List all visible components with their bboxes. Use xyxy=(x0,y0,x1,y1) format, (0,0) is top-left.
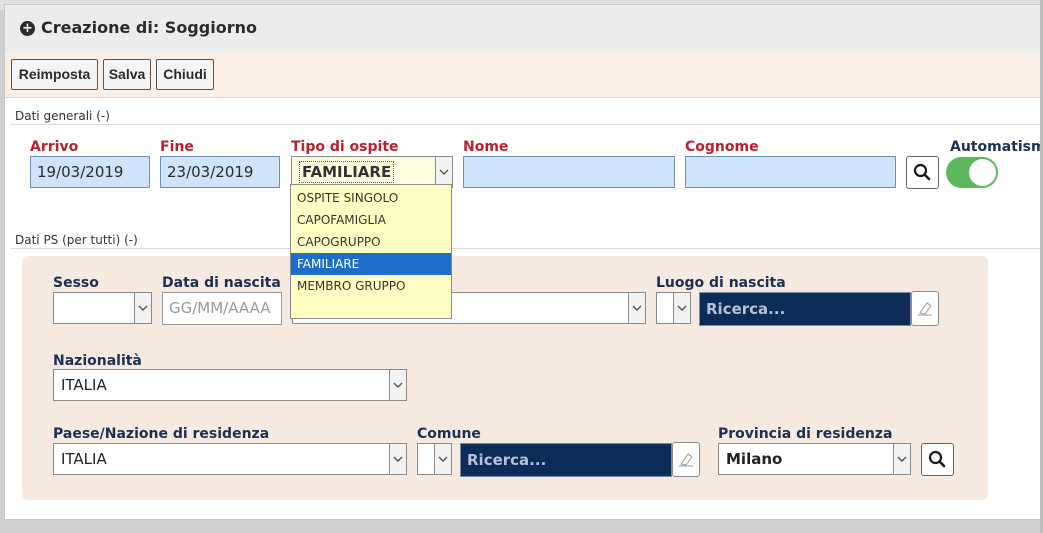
section-ps-label[interactable]: Dati PS (per tutti) (-) xyxy=(15,233,138,247)
tipo-ospite-dropdown: OSPITE SINGOLO CAPOFAMIGLIA CAPOGRUPPO F… xyxy=(290,184,452,319)
luogo-type-select[interactable] xyxy=(656,292,691,324)
paese-residenza-label: Paese/Nazione di residenza xyxy=(53,426,270,442)
search-provincia-button[interactable] xyxy=(921,443,954,476)
dialog-toolbar: Reimposta Salva Chiudi xyxy=(5,53,1042,98)
cognome-input[interactable] xyxy=(685,156,896,188)
chevron-down-icon[interactable] xyxy=(134,293,151,323)
nome-input[interactable] xyxy=(463,156,675,188)
section-ps-divider xyxy=(10,248,1040,249)
paese-residenza-select[interactable]: ITALIA xyxy=(53,443,407,475)
sesso-select[interactable] xyxy=(53,292,152,324)
dropdown-option[interactable]: CAPOFAMIGLIA xyxy=(291,209,451,231)
dropdown-option[interactable]: OSPITE SINGOLO xyxy=(291,187,451,209)
chevron-down-icon[interactable] xyxy=(628,293,645,323)
section-general-divider xyxy=(10,124,1040,125)
luogo-clear-button[interactable] xyxy=(911,291,939,326)
toggle-knob xyxy=(969,159,996,186)
luogo-nascita-search[interactable]: Ricerca... xyxy=(699,292,911,326)
data-nascita-label: Data di nascita xyxy=(162,275,281,291)
dialog-titlebar: + Creazione di: Soggiorno xyxy=(5,5,1042,54)
eraser-icon xyxy=(679,453,693,467)
automatismi-label: Automatismi xyxy=(950,139,1043,155)
dropdown-option[interactable]: MEMBRO GRUPPO xyxy=(291,275,451,297)
search-cognome-button[interactable] xyxy=(906,156,939,189)
chevron-down-icon[interactable] xyxy=(389,444,406,474)
arrivo-input[interactable]: 19/03/2019 xyxy=(30,156,150,188)
plus-circle-icon: + xyxy=(20,21,35,36)
chevron-down-icon[interactable] xyxy=(435,157,452,187)
nome-label: Nome xyxy=(463,139,509,155)
chevron-down-icon[interactable] xyxy=(434,444,451,474)
nazionalita-value: ITALIA xyxy=(61,376,107,394)
dropdown-option-selected[interactable]: FAMILIARE xyxy=(291,253,451,275)
chevron-down-icon[interactable] xyxy=(389,370,406,400)
eraser-icon xyxy=(918,302,932,316)
fine-input[interactable]: 23/03/2019 xyxy=(160,156,280,188)
reset-button[interactable]: Reimposta xyxy=(11,59,98,90)
data-nascita-input[interactable]: GG/MM/AAAA xyxy=(162,292,282,325)
comune-label: Comune xyxy=(417,426,481,442)
nazionalita-label: Nazionalità xyxy=(53,353,142,369)
chevron-down-icon[interactable] xyxy=(893,444,910,474)
dialog-title: Creazione di: Soggiorno xyxy=(41,18,257,37)
chevron-down-icon[interactable] xyxy=(673,293,690,323)
cognome-label: Cognome xyxy=(685,139,759,155)
search-icon xyxy=(928,450,946,468)
paese-residenza-value: ITALIA xyxy=(61,450,107,468)
tipo-ospite-label: Tipo di ospite xyxy=(291,139,399,155)
sesso-label: Sesso xyxy=(53,275,99,291)
comune-type-select[interactable] xyxy=(417,443,452,475)
arrivo-label: Arrivo xyxy=(30,139,79,155)
comune-clear-button[interactable] xyxy=(672,442,700,477)
section-general-label[interactable]: Dati generali (-) xyxy=(15,109,110,123)
luogo-nascita-label: Luogo di nascita xyxy=(656,275,786,291)
tipo-ospite-value: FAMILIARE xyxy=(299,161,395,183)
provincia-residenza-value: Milano xyxy=(726,450,783,468)
provincia-residenza-select[interactable]: Milano xyxy=(718,443,911,475)
close-button[interactable]: Chiudi xyxy=(156,59,214,90)
comune-search[interactable]: Ricerca... xyxy=(460,443,672,477)
search-icon xyxy=(913,163,931,181)
save-button[interactable]: Salva xyxy=(103,59,151,90)
provincia-residenza-label: Provincia di residenza xyxy=(718,426,893,442)
dropdown-option[interactable]: CAPOGRUPPO xyxy=(291,231,451,253)
nazionalita-select[interactable]: ITALIA xyxy=(53,369,407,401)
automatismi-toggle[interactable] xyxy=(946,157,998,188)
fine-label: Fine xyxy=(160,139,194,155)
